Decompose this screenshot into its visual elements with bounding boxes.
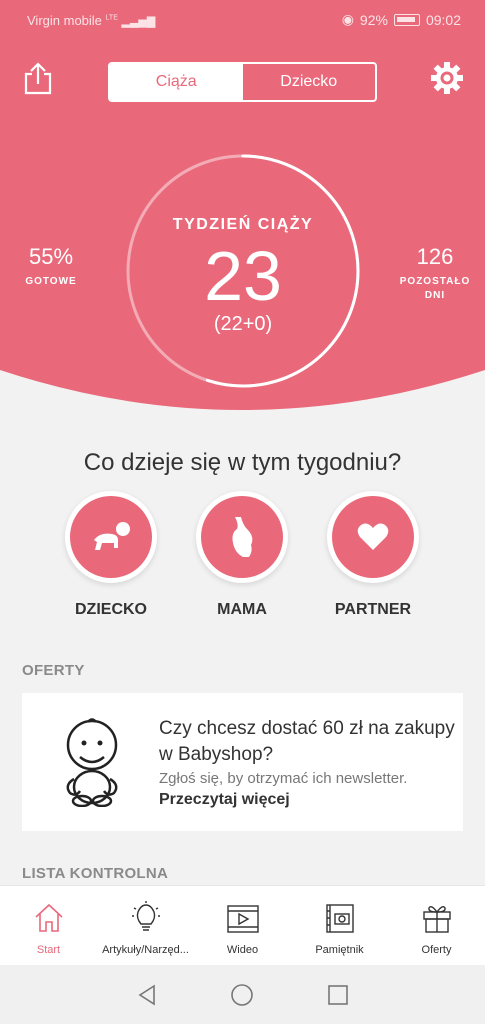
battery-percent: 92% bbox=[359, 11, 388, 28]
done-value: 55% bbox=[28, 244, 74, 269]
category-partner-label: PARTNER bbox=[334, 601, 412, 618]
progress-remaining: 126 POZOSTAŁO DNI bbox=[392, 244, 478, 303]
tab-video[interactable]: Wideo bbox=[194, 886, 291, 965]
share-button[interactable] bbox=[22, 62, 54, 96]
settings-button[interactable] bbox=[429, 60, 465, 96]
week-question: Co dzieje się w tym tygodniu? bbox=[83, 449, 402, 476]
recents-icon[interactable] bbox=[327, 984, 349, 1006]
share-icon bbox=[24, 62, 52, 95]
clock: 09:02 bbox=[425, 11, 461, 28]
pregnancy-child-toggle: Ciąża Dziecko bbox=[108, 62, 377, 102]
home-nav-icon[interactable] bbox=[230, 983, 254, 1007]
progress-done: 55% GOTOWE bbox=[14, 244, 88, 289]
signal-icon: ▂▃▅▇ bbox=[121, 16, 156, 28]
checklist-section-title: LISTA KONTROLNA bbox=[22, 865, 169, 882]
week-number: 23 bbox=[204, 237, 282, 315]
status-bar: Virgin mobile LTE ▂▃▅▇ ◉ 92% 09:02 bbox=[0, 0, 485, 40]
remaining-value: 126 bbox=[416, 244, 454, 269]
tab-diary[interactable]: Pamiętnik bbox=[291, 886, 388, 965]
crawling-baby-icon bbox=[94, 522, 130, 550]
tab-offers-label: Oferty bbox=[421, 944, 452, 956]
carrier-name: Virgin mobile LTE ▂▃▅▇ bbox=[27, 13, 156, 28]
pregnant-belly-icon bbox=[232, 517, 253, 557]
toggle-child[interactable]: Dziecko bbox=[243, 64, 376, 100]
tab-diary-label: Pamiętnik bbox=[315, 944, 364, 956]
week-detail: (22+0) bbox=[213, 313, 273, 335]
video-icon bbox=[226, 905, 259, 933]
gear-icon bbox=[431, 62, 463, 94]
category-mom[interactable]: MAMA bbox=[182, 491, 302, 619]
tab-articles-label: Artykuły/Narzęd... bbox=[102, 944, 189, 956]
offer-subtitle: Zgłoś się, by otrzymać ich newsletter. bbox=[159, 770, 408, 787]
network-type: LTE bbox=[105, 14, 118, 22]
week-title: TYDZIEŃ CIĄŻY bbox=[172, 216, 314, 233]
battery-icon bbox=[393, 13, 420, 26]
category-partner[interactable]: PARTNER bbox=[313, 491, 433, 619]
lightbulb-icon bbox=[131, 901, 160, 931]
tab-offers[interactable]: Oferty bbox=[388, 886, 485, 965]
photo-album-icon bbox=[325, 904, 354, 933]
baby-outline-icon bbox=[66, 718, 118, 807]
tab-video-label: Wideo bbox=[226, 944, 259, 956]
remaining-label: POZOSTAŁO DNI bbox=[399, 276, 471, 301]
tab-start[interactable]: Start bbox=[0, 886, 97, 965]
category-mom-label: MAMA bbox=[217, 601, 267, 618]
home-icon bbox=[34, 903, 63, 932]
tab-start-label: Start bbox=[36, 944, 61, 956]
offer-read-more-link[interactable]: Przeczytaj więcej bbox=[159, 791, 459, 809]
system-nav-bar bbox=[0, 965, 485, 1024]
offer-card[interactable]: Czy chcesz dostać 60 zł na zakupy w Baby… bbox=[22, 693, 463, 831]
offer-headline: Czy chcesz dostać 60 zł na zakupy w Baby… bbox=[159, 718, 455, 765]
gift-icon bbox=[422, 905, 451, 933]
toggle-pregnancy[interactable]: Ciąża bbox=[110, 64, 243, 100]
offers-section-title: OFERTY bbox=[22, 662, 85, 679]
category-baby[interactable]: DZIECKO bbox=[51, 491, 171, 619]
category-baby-label: DZIECKO bbox=[75, 601, 147, 618]
eye-icon: ◉ bbox=[341, 11, 354, 27]
done-label: GOTOWE bbox=[25, 276, 77, 287]
tab-articles-tools[interactable]: Artykuły/Narzęd... bbox=[97, 886, 194, 965]
back-icon[interactable] bbox=[136, 984, 158, 1006]
bottom-tab-bar: Start Artykuły/Narzęd... Wideo Pamiętnik… bbox=[0, 885, 485, 965]
heart-icon bbox=[357, 523, 389, 550]
